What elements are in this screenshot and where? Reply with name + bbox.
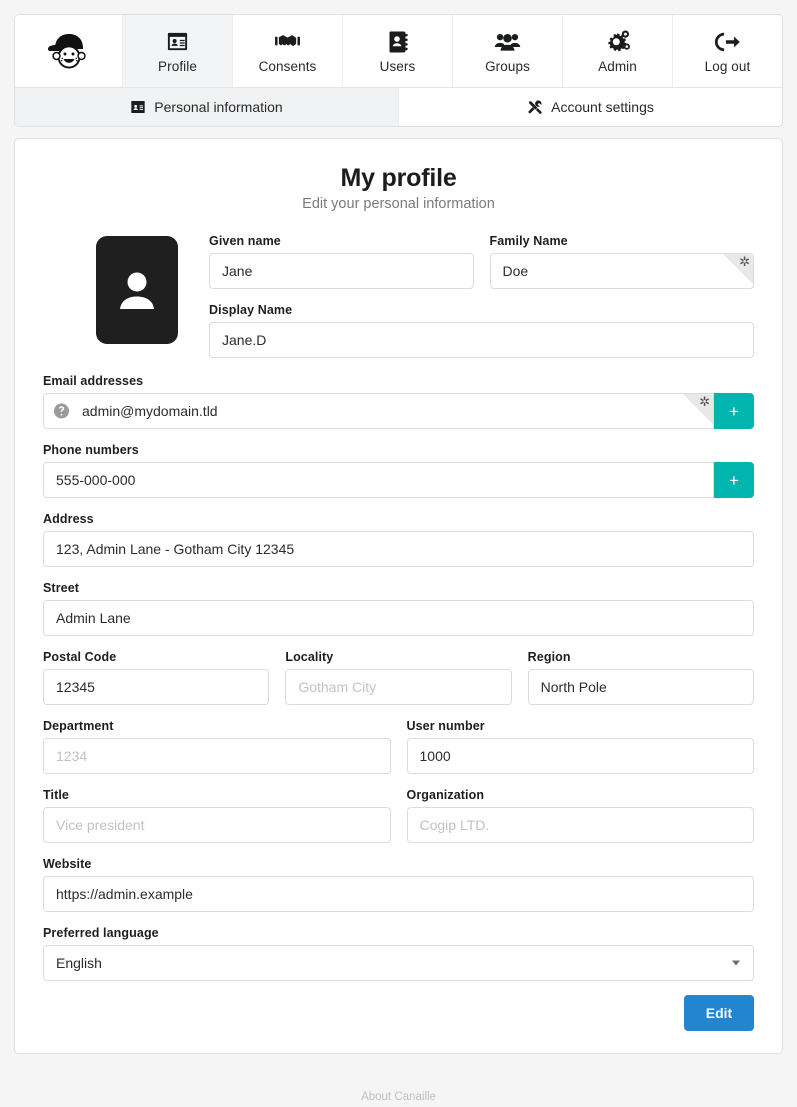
website-label: Website xyxy=(43,857,92,871)
nav-item-consents[interactable]: Consents xyxy=(233,15,343,87)
website-input[interactable] xyxy=(43,876,754,912)
main-nav-row: Profile Consents Users Groups Admin Log … xyxy=(15,15,782,87)
nav-item-users[interactable]: Users xyxy=(343,15,453,87)
cogs-icon xyxy=(605,29,631,55)
title-row: Title Organization xyxy=(43,788,754,857)
postal-code-label: Postal Code xyxy=(43,650,117,664)
region-label: Region xyxy=(527,650,571,664)
nav-item-admin[interactable]: Admin xyxy=(563,15,673,87)
user-number-label: User number xyxy=(406,719,485,733)
subtab-label: Account settings xyxy=(551,99,654,115)
preferred-language-label: Preferred language xyxy=(43,926,159,940)
nav-item-label: Log out xyxy=(704,58,751,74)
street-input[interactable] xyxy=(43,600,754,636)
field-title: Title xyxy=(43,788,391,843)
field-display-name: Display Name xyxy=(209,303,754,358)
postal-code-input[interactable] xyxy=(43,669,270,705)
email-addresses-label: Email addresses xyxy=(43,374,144,388)
identity-section: Given name Family Name ✲ xyxy=(43,234,754,358)
phone-numbers-label: Phone numbers xyxy=(43,443,139,457)
field-user-number: User number xyxy=(406,719,754,774)
field-email-addresses: Email addresses ✲ + xyxy=(43,374,754,429)
nav-item-label: Profile xyxy=(158,58,197,74)
field-address: Address xyxy=(43,512,754,567)
subtab-label: Personal information xyxy=(154,99,283,115)
nav-item-label: Users xyxy=(379,58,416,74)
nav-item-label: Consents xyxy=(258,58,317,74)
name-row: Given name Family Name ✲ xyxy=(209,234,754,303)
brand-logo-button[interactable] xyxy=(15,15,123,87)
title-input[interactable] xyxy=(43,807,391,843)
avatar[interactable] xyxy=(96,236,178,344)
family-name-label: Family Name xyxy=(489,234,568,248)
subtab-personal-information[interactable]: Personal information xyxy=(15,88,399,126)
user-number-input[interactable] xyxy=(406,738,754,774)
display-name-input[interactable] xyxy=(209,322,754,358)
field-organization: Organization xyxy=(406,788,754,843)
user-silhouette-icon xyxy=(115,266,159,314)
field-street: Street xyxy=(43,581,754,636)
field-department: Department xyxy=(43,719,391,774)
edit-button[interactable]: Edit xyxy=(684,995,754,1031)
name-fields-column: Given name Family Name ✲ xyxy=(209,234,754,358)
users-icon xyxy=(494,29,521,55)
page-footer: About Canaille xyxy=(0,1091,797,1103)
subtab-account-settings[interactable]: Account settings xyxy=(399,88,782,126)
page-title: My profile xyxy=(340,164,457,192)
tools-icon xyxy=(527,99,543,115)
handshake-icon xyxy=(275,29,300,55)
department-row: Department User number xyxy=(43,719,754,788)
sign-out-icon xyxy=(715,29,740,55)
page-subtitle: Edit your personal information xyxy=(302,196,495,212)
locality-row: Postal Code Locality Region xyxy=(43,650,754,719)
address-label: Address xyxy=(43,512,94,526)
region-input[interactable] xyxy=(527,669,754,705)
field-website: Website xyxy=(43,857,754,912)
locality-input[interactable] xyxy=(285,669,512,705)
field-region: Region xyxy=(527,650,754,705)
card-actions: Edit xyxy=(43,995,754,1031)
top-navigation: Profile Consents Users Groups Admin Log … xyxy=(14,14,783,127)
about-canaille-link[interactable]: About Canaille xyxy=(361,1091,436,1103)
field-locality: Locality xyxy=(285,650,512,705)
email-address-input[interactable] xyxy=(43,393,714,429)
field-family-name: Family Name ✲ xyxy=(489,234,754,289)
locality-label: Locality xyxy=(285,650,334,664)
nav-item-profile[interactable]: Profile xyxy=(123,15,233,87)
given-name-input[interactable] xyxy=(209,253,474,289)
add-phone-button[interactable]: + xyxy=(714,462,754,498)
given-name-label: Given name xyxy=(209,234,281,248)
field-preferred-language: Preferred language xyxy=(43,926,754,981)
id-card-icon xyxy=(166,29,189,55)
display-name-label: Display Name xyxy=(209,303,293,317)
avatar-column xyxy=(43,234,209,358)
title-label: Title xyxy=(43,788,69,802)
field-phone-numbers: Phone numbers + xyxy=(43,443,754,498)
nav-item-logout[interactable]: Log out xyxy=(673,15,782,87)
field-postal-code: Postal Code xyxy=(43,650,270,705)
canaille-logo-icon xyxy=(46,34,92,69)
app-root: Profile Consents Users Groups Admin Log … xyxy=(0,0,797,1107)
profile-card: My profile Edit your personal informatio… xyxy=(14,138,783,1054)
organization-input[interactable] xyxy=(406,807,754,843)
department-label: Department xyxy=(43,719,114,733)
department-input[interactable] xyxy=(43,738,391,774)
add-email-button[interactable]: + xyxy=(714,393,754,429)
nav-item-label: Admin xyxy=(598,58,637,74)
phone-number-input[interactable] xyxy=(43,462,714,498)
nav-item-label: Groups xyxy=(485,58,530,74)
family-name-input[interactable] xyxy=(489,253,754,289)
field-given-name: Given name xyxy=(209,234,474,289)
sub-nav-row: Personal information Account settings xyxy=(15,87,782,126)
id-card-icon xyxy=(130,99,146,115)
address-input[interactable] xyxy=(43,531,754,567)
organization-label: Organization xyxy=(406,788,485,802)
address-book-icon xyxy=(388,29,408,55)
nav-item-groups[interactable]: Groups xyxy=(453,15,563,87)
preferred-language-select[interactable] xyxy=(43,945,754,981)
street-label: Street xyxy=(43,581,80,595)
